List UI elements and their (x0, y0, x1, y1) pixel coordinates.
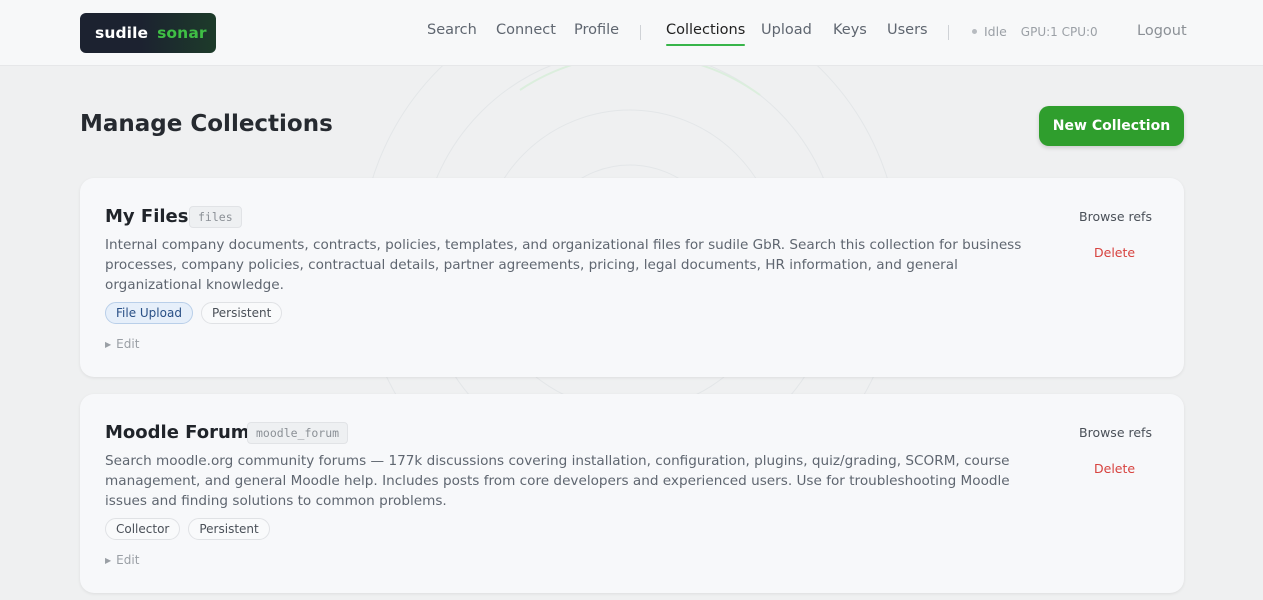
browse-refs-link[interactable]: Browse refs (1079, 425, 1152, 440)
collection-card: Moodle Forum moodle_forum Search moodle.… (80, 394, 1184, 593)
collection-description: Search moodle.org community forums — 177… (105, 453, 1010, 509)
expand-triangle-icon: ▶ (105, 556, 112, 565)
collection-name: My Files (105, 206, 189, 227)
collection-card: My Files files Internal company document… (80, 178, 1184, 377)
edit-label: Edit (116, 553, 140, 567)
nav-collections[interactable]: Collections (666, 20, 746, 46)
page-title: Manage Collections (80, 111, 333, 137)
nav-keys[interactable]: Keys (833, 20, 867, 40)
edit-label: Edit (116, 337, 140, 351)
collection-slug: moodle_forum (247, 422, 349, 444)
browse-refs-link[interactable]: Browse refs (1079, 209, 1152, 224)
resource-usage: GPU:1 CPU:0 (1020, 24, 1098, 39)
brand-name-part1: sudile (95, 24, 149, 42)
tag-persistence: Persistent (200, 302, 283, 324)
status-dot-icon (972, 29, 977, 34)
top-navigation-bar: sudile sonar Search Connect Profile Coll… (0, 0, 1263, 66)
status-text: Idle (984, 24, 1007, 39)
tag-source: Collector (105, 518, 181, 540)
new-collection-button[interactable]: New Collection (1039, 106, 1184, 146)
collection-description: Internal company documents, contracts, p… (105, 237, 1022, 293)
nav-divider (640, 25, 641, 40)
delete-button[interactable]: Delete (1094, 245, 1135, 260)
logout-link[interactable]: Logout (1137, 23, 1187, 39)
nav-divider (948, 25, 949, 40)
delete-button[interactable]: Delete (1094, 461, 1135, 476)
collection-name: Moodle Forum (105, 422, 250, 443)
nav-connect[interactable]: Connect (496, 20, 556, 40)
edit-toggle[interactable]: ▶ Edit (105, 553, 139, 567)
expand-triangle-icon: ▶ (105, 340, 112, 349)
brand-name-part2: sonar (157, 24, 207, 42)
edit-toggle[interactable]: ▶ Edit (105, 337, 139, 351)
nav-upload[interactable]: Upload (761, 20, 812, 40)
tag-source: File Upload (105, 302, 193, 324)
collection-tags: File Upload Persistent (105, 302, 283, 324)
nav-users[interactable]: Users (887, 20, 928, 40)
nav-search[interactable]: Search (427, 20, 477, 40)
nav-profile[interactable]: Profile (574, 20, 619, 40)
brand-logo[interactable]: sudile sonar (80, 13, 216, 53)
system-status: Idle GPU:1 CPU:0 (972, 24, 1098, 39)
collection-slug: files (189, 206, 242, 228)
tag-persistence: Persistent (188, 518, 270, 540)
collection-tags: Collector Persistent (105, 518, 270, 540)
